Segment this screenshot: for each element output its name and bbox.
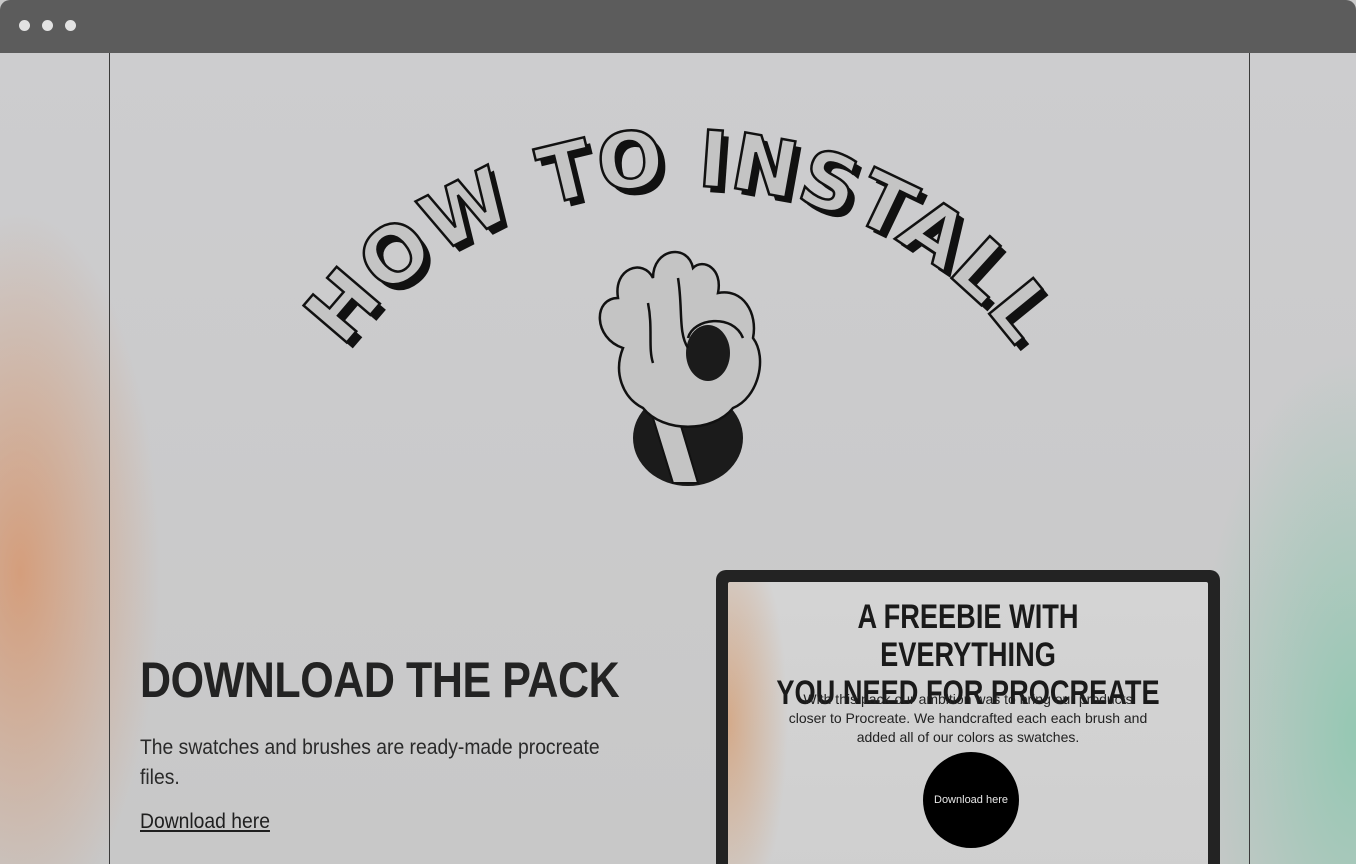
preview-body: With this pack our ambition was to bring…	[788, 691, 1148, 745]
window-titlebar	[0, 0, 1356, 53]
preview-download-button[interactable]: Download here	[923, 752, 1019, 848]
right-guide-line	[1249, 53, 1250, 864]
preview-title-line1: A FREEBIE WITH EVERYTHING	[857, 598, 1079, 674]
tablet-preview: A FREEBIE WITH EVERYTHING YOU NEED FOR P…	[716, 570, 1220, 864]
download-link[interactable]: Download here	[140, 810, 270, 834]
page-content: HOW TO INSTALL HOW TO INSTALL DOWNLOAD T…	[0, 53, 1356, 864]
window-dot-icon[interactable]	[42, 20, 53, 31]
download-title: DOWNLOAD THE PACK	[140, 652, 620, 708]
hero-headline: HOW TO INSTALL HOW TO INSTALL	[287, 113, 1076, 486]
left-guide-line	[109, 53, 110, 864]
window-dot-icon[interactable]	[19, 20, 30, 31]
ok-hand-icon	[598, 250, 762, 486]
tablet-screen: A FREEBIE WITH EVERYTHING YOU NEED FOR P…	[728, 582, 1208, 864]
download-description: The swatches and brushes are ready-made …	[140, 736, 600, 789]
window-dot-icon[interactable]	[65, 20, 76, 31]
